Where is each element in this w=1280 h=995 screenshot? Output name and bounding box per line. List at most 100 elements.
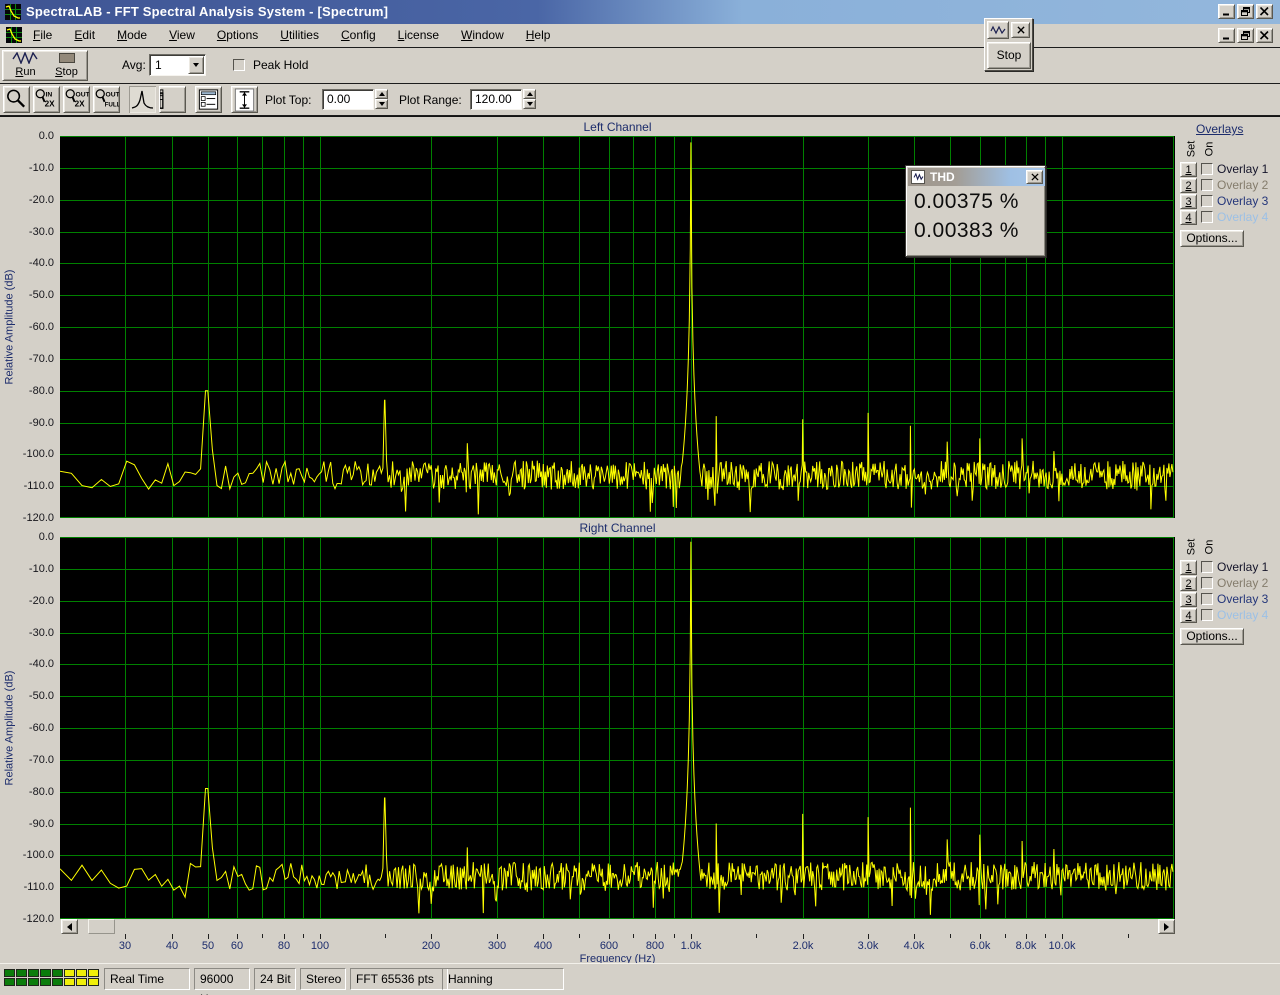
- transport-toolbar: Run Stop Avg: 1 Peak Hold: [0, 48, 1280, 84]
- mdi-close-button[interactable]: [1256, 28, 1273, 43]
- svg-text:OUT: OUT: [106, 91, 119, 98]
- overlay-on-checkbox-3[interactable]: [1201, 195, 1213, 207]
- zoom-out-full-button[interactable]: OUTFULL: [93, 86, 120, 113]
- mdi-minimize-button[interactable]: [1218, 28, 1235, 43]
- overlay-label-2: Overlay 2: [1217, 178, 1268, 193]
- y-tick-label: -70.0: [0, 353, 54, 365]
- x-minor-tick: [1045, 934, 1046, 938]
- menu-window[interactable]: Window: [450, 24, 515, 46]
- overlay-on-checkbox-2[interactable]: [1201, 577, 1213, 589]
- bar-chart-icon: [160, 87, 185, 113]
- y-tick-label: -110.0: [0, 480, 54, 492]
- on-label-text: On: [1203, 142, 1215, 157]
- toolbar-wave-button[interactable]: [987, 21, 1009, 39]
- menu-help[interactable]: Help: [515, 24, 562, 46]
- svg-text:IN: IN: [46, 91, 53, 98]
- menu-license[interactable]: License: [387, 24, 450, 46]
- run-button[interactable]: Run: [6, 52, 45, 79]
- overlay-on-checkbox-3[interactable]: [1201, 593, 1213, 605]
- minimize-icon: [1222, 7, 1231, 16]
- scroll-left-button[interactable]: [61, 919, 78, 934]
- thd-value-left: 0.00375 %: [914, 190, 1019, 214]
- mdi-restore-button[interactable]: [1237, 28, 1254, 43]
- window-restore-button[interactable]: [1237, 4, 1254, 19]
- plot-top-spin-up[interactable]: [375, 89, 388, 99]
- frequency-scrollbar[interactable]: [60, 919, 1175, 935]
- menu-edit[interactable]: Edit: [63, 24, 106, 46]
- overlay-options-button[interactable]: Options...: [1180, 230, 1244, 247]
- x-minor-tick: [756, 934, 757, 938]
- status-panel-1: Real Time: [104, 968, 190, 990]
- plot-range-spin-up[interactable]: [523, 89, 536, 99]
- plot-top-input[interactable]: 0.00: [322, 89, 374, 110]
- overlay-options-button[interactable]: Options...: [1180, 628, 1244, 645]
- overlay-on-checkbox-2[interactable]: [1201, 179, 1213, 191]
- peak-hold-checkbox[interactable]: [233, 59, 245, 71]
- level-led: [76, 969, 87, 977]
- float-stop-button[interactable]: Stop: [987, 42, 1031, 69]
- overlay-set-button-2[interactable]: 2: [1180, 178, 1197, 193]
- x-tick: [691, 934, 692, 939]
- x-tick: [1026, 934, 1027, 939]
- menu-view[interactable]: View: [158, 24, 206, 46]
- overlay-label-3: Overlay 3: [1217, 592, 1268, 607]
- y-tick-label: -40.0: [0, 257, 54, 269]
- thd-window[interactable]: THD 0.00375 % 0.00383 %: [905, 165, 1046, 257]
- thd-close-button[interactable]: [1026, 170, 1043, 184]
- document-icon: [6, 27, 22, 43]
- overlay-on-checkbox-4[interactable]: [1201, 211, 1213, 223]
- floating-stop-toolbar[interactable]: Stop: [984, 18, 1033, 71]
- plot-range-input[interactable]: 120.00: [470, 89, 522, 110]
- title-bar[interactable]: SpectraLAB - FFT Spectral Analysis Syste…: [0, 0, 1280, 24]
- right-channel-plot[interactable]: [60, 537, 1175, 919]
- scroll-right-button[interactable]: [1158, 919, 1175, 934]
- close-icon: [1260, 31, 1269, 40]
- menu-config[interactable]: Config: [330, 24, 387, 46]
- overlay-set-button-3[interactable]: 3: [1180, 592, 1197, 607]
- x-minor-tick: [303, 934, 304, 938]
- menu-utilities[interactable]: Utilities: [269, 24, 330, 46]
- overlay-row-4: 4Overlay 4: [1180, 608, 1280, 624]
- menu-file[interactable]: File: [22, 24, 63, 46]
- avg-dropdown-button[interactable]: [188, 56, 204, 74]
- window-minimize-button[interactable]: [1218, 4, 1235, 19]
- thd-title-bar[interactable]: THD: [908, 168, 1045, 186]
- x-tick-label: 3.0k: [845, 940, 891, 952]
- overlay-on-checkbox-4[interactable]: [1201, 609, 1213, 621]
- spectrum-line-mode-button[interactable]: [129, 86, 156, 113]
- stop-button[interactable]: Stop: [47, 52, 86, 79]
- zoom-out-2x-button[interactable]: OUT2X: [63, 86, 90, 113]
- scroll-thumb[interactable]: [88, 919, 115, 934]
- x-tick: [1062, 934, 1063, 939]
- close-icon[interactable]: [1011, 22, 1030, 38]
- overlay-row-3: 3Overlay 3: [1180, 194, 1280, 210]
- overlay-set-button-1[interactable]: 1: [1180, 162, 1197, 177]
- overlay-set-button-4[interactable]: 4: [1180, 608, 1197, 623]
- menu-options[interactable]: Options: [206, 24, 269, 46]
- zoom-tool-button[interactable]: [3, 86, 30, 113]
- right-channel-title: Right Channel: [60, 521, 1175, 535]
- amplitude-axis-scale-button[interactable]: [231, 86, 258, 113]
- spectrum-bar-mode-button[interactable]: [159, 86, 186, 113]
- display-options-button[interactable]: [195, 86, 222, 113]
- window-close-button[interactable]: [1256, 4, 1273, 19]
- overlay-set-button-4[interactable]: 4: [1180, 210, 1197, 225]
- plot-range-spin-down[interactable]: [523, 99, 536, 109]
- x-tick-label: 300: [474, 940, 520, 952]
- overlay-set-button-2[interactable]: 2: [1180, 576, 1197, 591]
- arrow-up-icon: [379, 92, 385, 96]
- thd-window-icon: [911, 170, 925, 184]
- x-tick-label: 100: [297, 940, 343, 952]
- menu-mode[interactable]: Mode: [106, 24, 158, 46]
- overlay-set-button-3[interactable]: 3: [1180, 194, 1197, 209]
- zoom-in-2x-button[interactable]: IN2X: [33, 86, 60, 113]
- overlay-on-checkbox-1[interactable]: [1201, 561, 1213, 573]
- status-bar: Real Time96000 Hz24 BitStereoFFT 65536 p…: [0, 963, 1280, 995]
- overlay-set-button-1[interactable]: 1: [1180, 560, 1197, 575]
- menu-items: FileEditModeViewOptionsUtilitiesConfigLi…: [22, 24, 561, 46]
- level-led: [16, 969, 27, 977]
- overlay-on-checkbox-1[interactable]: [1201, 163, 1213, 175]
- plot-top-spin-down[interactable]: [375, 99, 388, 109]
- avg-combobox[interactable]: 1: [149, 54, 206, 76]
- level-led: [88, 978, 99, 986]
